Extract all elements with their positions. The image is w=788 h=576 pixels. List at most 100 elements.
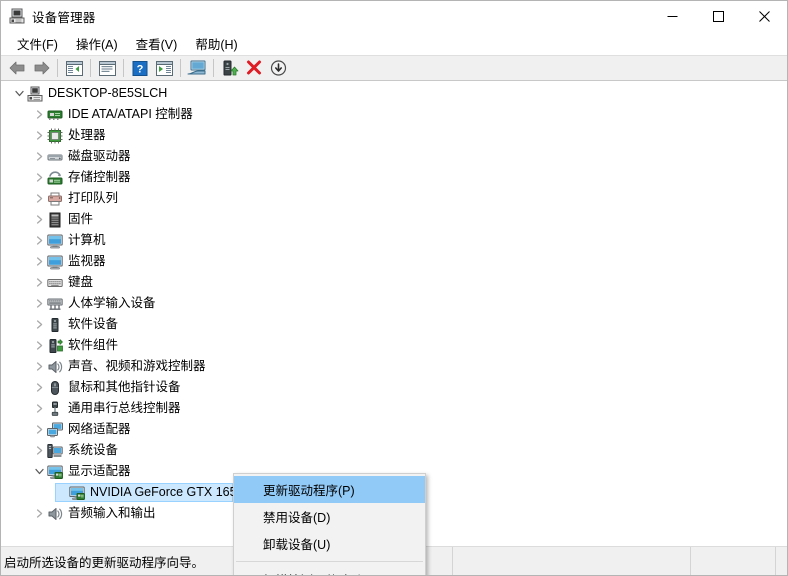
tree-row[interactable]: 磁盘驱动器 bbox=[1, 146, 787, 167]
ctx-update-driver[interactable]: 更新驱动程序(P) bbox=[234, 476, 425, 503]
status-pane-4 bbox=[776, 547, 787, 575]
back-icon[interactable] bbox=[5, 57, 29, 80]
tree-row[interactable]: 鼠标和其他指针设备 bbox=[1, 377, 787, 398]
close-button[interactable] bbox=[741, 1, 787, 31]
menu-action[interactable]: 操作(A) bbox=[67, 31, 127, 56]
properties-icon[interactable] bbox=[95, 57, 119, 80]
tree-row-root[interactable]: DESKTOP-8E5SLCH bbox=[1, 83, 787, 104]
chevron-right-icon[interactable] bbox=[31, 146, 47, 167]
tree-label: 打印队列 bbox=[68, 191, 119, 205]
show-hide-console-tree-icon[interactable] bbox=[62, 57, 86, 80]
usb-icon bbox=[47, 401, 63, 417]
software-device-icon bbox=[47, 317, 63, 333]
tree-label: 键盘 bbox=[68, 275, 94, 289]
context-menu-separator bbox=[236, 561, 423, 562]
monitor-icon bbox=[47, 233, 63, 249]
context-menu[interactable]: 更新驱动程序(P) 禁用设备(D) 卸载设备(U) 扫描检测硬件改动(A) bbox=[233, 473, 426, 575]
device-manager-icon bbox=[9, 8, 25, 24]
tree-label: 监视器 bbox=[68, 254, 106, 268]
chevron-right-icon[interactable] bbox=[31, 440, 47, 461]
firmware-icon bbox=[47, 212, 63, 228]
tree-row[interactable]: 计算机 bbox=[1, 230, 787, 251]
forward-icon[interactable] bbox=[29, 57, 53, 80]
chevron-right-icon[interactable] bbox=[31, 335, 47, 356]
tree-label: 声音、视频和游戏控制器 bbox=[68, 359, 206, 373]
tree-label: 软件组件 bbox=[68, 338, 119, 352]
tree-row[interactable]: IDE ATA/ATAPI 控制器 bbox=[1, 104, 787, 125]
tree-row[interactable]: 监视器 bbox=[1, 251, 787, 272]
update-driver-icon[interactable] bbox=[218, 57, 242, 80]
menu-file[interactable]: 文件(F) bbox=[8, 31, 67, 56]
window-controls bbox=[649, 1, 787, 31]
chevron-right-icon[interactable] bbox=[31, 503, 47, 524]
disable-device-icon[interactable] bbox=[266, 57, 290, 80]
tree-label-root: DESKTOP-8E5SLCH bbox=[48, 86, 168, 100]
chevron-right-icon[interactable] bbox=[31, 251, 47, 272]
storage-controller-icon bbox=[47, 170, 63, 186]
help-icon[interactable]: ? bbox=[128, 57, 152, 80]
tree-row[interactable]: 通用串行总线控制器 bbox=[1, 398, 787, 419]
chevron-right-icon[interactable] bbox=[31, 230, 47, 251]
status-pane-2 bbox=[453, 547, 691, 575]
chevron-right-icon[interactable] bbox=[31, 125, 47, 146]
device-manager-window: 设备管理器 文件(F) 操作(A) 查看(V) 帮助(H) ? DESKTOP-… bbox=[0, 0, 788, 576]
status-pane-3 bbox=[691, 547, 776, 575]
tree-row[interactable]: 软件设备 bbox=[1, 314, 787, 335]
tree-row[interactable]: 声音、视频和游戏控制器 bbox=[1, 356, 787, 377]
tree-label: 软件设备 bbox=[68, 317, 119, 331]
show-hide-action-pane-icon[interactable] bbox=[152, 57, 176, 80]
tree-row[interactable]: 网络适配器 bbox=[1, 419, 787, 440]
toolbar-separator bbox=[180, 59, 181, 77]
speaker-icon bbox=[47, 359, 63, 375]
ide-controller-icon bbox=[47, 107, 63, 123]
tree-label: 鼠标和其他指针设备 bbox=[68, 380, 181, 394]
network-adapter-icon bbox=[47, 422, 63, 438]
ctx-scan-hardware-changes[interactable]: 扫描检测硬件改动(A) bbox=[234, 566, 425, 575]
tree-label: 通用串行总线控制器 bbox=[68, 401, 181, 415]
chevron-right-icon[interactable] bbox=[31, 377, 47, 398]
tree-label: 计算机 bbox=[68, 233, 106, 247]
chevron-right-icon[interactable] bbox=[31, 293, 47, 314]
chevron-right-icon[interactable] bbox=[31, 314, 47, 335]
toolbar-separator bbox=[123, 59, 124, 77]
computer-icon bbox=[27, 86, 43, 102]
disk-drive-icon bbox=[47, 149, 63, 165]
chevron-right-icon[interactable] bbox=[31, 356, 47, 377]
ctx-uninstall-device[interactable]: 卸载设备(U) bbox=[234, 530, 425, 557]
toolbar-separator bbox=[90, 59, 91, 77]
tree-row[interactable]: 存储控制器 bbox=[1, 167, 787, 188]
chevron-down-icon[interactable] bbox=[31, 461, 47, 482]
menu-bar: 文件(F) 操作(A) 查看(V) 帮助(H) bbox=[1, 31, 787, 55]
menu-help[interactable]: 帮助(H) bbox=[186, 31, 246, 56]
chevron-spacer bbox=[53, 482, 69, 503]
tree-row[interactable]: 软件组件 bbox=[1, 335, 787, 356]
menu-view[interactable]: 查看(V) bbox=[127, 31, 187, 56]
printer-icon bbox=[47, 191, 63, 207]
chevron-right-icon[interactable] bbox=[31, 104, 47, 125]
tree-label: 人体学输入设备 bbox=[68, 296, 156, 310]
tree-row[interactable]: 系统设备 bbox=[1, 440, 787, 461]
tree-row[interactable]: 处理器 bbox=[1, 125, 787, 146]
uninstall-device-icon[interactable] bbox=[242, 57, 266, 80]
chevron-right-icon[interactable] bbox=[31, 167, 47, 188]
tree-label: 音频输入和输出 bbox=[68, 506, 156, 520]
tree-row[interactable]: 键盘 bbox=[1, 272, 787, 293]
system-device-icon bbox=[47, 443, 63, 459]
display-adapter-icon bbox=[69, 485, 85, 501]
chevron-right-icon[interactable] bbox=[31, 272, 47, 293]
tree-label: 系统设备 bbox=[68, 443, 119, 457]
tree-row[interactable]: 打印队列 bbox=[1, 188, 787, 209]
tree-label: 显示适配器 bbox=[68, 464, 131, 478]
tree-row[interactable]: 人体学输入设备 bbox=[1, 293, 787, 314]
chevron-right-icon[interactable] bbox=[31, 398, 47, 419]
maximize-button[interactable] bbox=[695, 1, 741, 31]
chevron-down-icon[interactable] bbox=[11, 83, 27, 104]
chevron-right-icon[interactable] bbox=[31, 188, 47, 209]
scan-hardware-changes-icon[interactable] bbox=[185, 57, 209, 80]
tree-label: 网络适配器 bbox=[68, 422, 131, 436]
ctx-disable-device[interactable]: 禁用设备(D) bbox=[234, 503, 425, 530]
minimize-button[interactable] bbox=[649, 1, 695, 31]
tree-row[interactable]: 固件 bbox=[1, 209, 787, 230]
chevron-right-icon[interactable] bbox=[31, 209, 47, 230]
chevron-right-icon[interactable] bbox=[31, 419, 47, 440]
